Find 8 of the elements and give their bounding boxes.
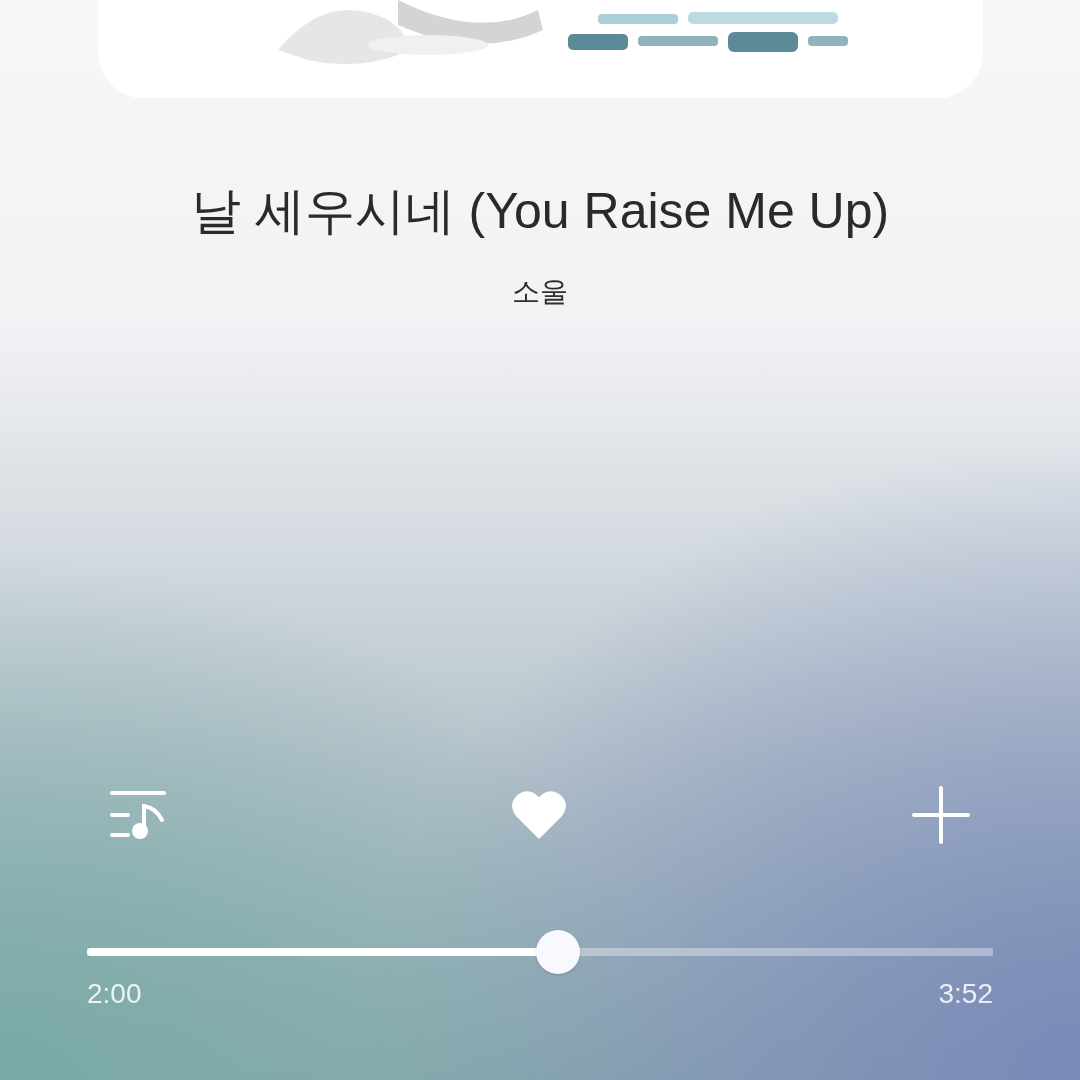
total-time: 3:52 [938, 978, 993, 1010]
elapsed-time: 2:00 [87, 978, 142, 1010]
heart-icon[interactable] [512, 791, 566, 839]
playlist-icon[interactable] [110, 790, 166, 840]
song-title: 날 세우시네 (You Raise Me Up) [190, 182, 890, 241]
add-icon[interactable] [912, 786, 970, 844]
artist-name[interactable]: 소울 [512, 273, 568, 311]
progress-thumb[interactable] [536, 930, 581, 974]
